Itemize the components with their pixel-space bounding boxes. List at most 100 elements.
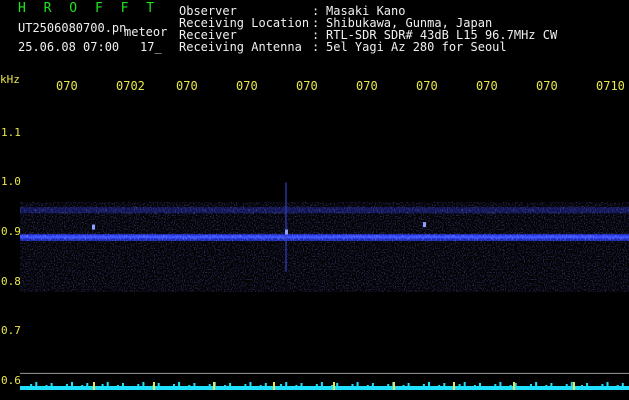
noise-spike (20, 388, 22, 390)
noise-spike (565, 384, 568, 390)
noise-spike (106, 382, 109, 390)
noise-spike (300, 383, 303, 390)
noise-spike (346, 386, 349, 390)
noise-spike (499, 382, 502, 390)
noise-spike (111, 387, 114, 390)
program-title: H R O F F T (18, 1, 160, 16)
noise-spike (596, 386, 599, 390)
noise-spike (157, 383, 160, 390)
noise-spike (366, 385, 369, 390)
noise-spike (167, 386, 170, 390)
noise-spike (586, 383, 589, 390)
time-tick-label: 070 (356, 79, 378, 93)
noise-spike (463, 382, 466, 390)
file-name: UT2506080700.pn (18, 21, 127, 35)
noise-spike (234, 388, 237, 390)
noise-spike (387, 384, 390, 390)
noise-spike (188, 385, 191, 390)
freq-tick-label: 1.1 (1, 125, 21, 139)
noise-spike (116, 385, 119, 390)
noise-spike (96, 386, 99, 390)
noise-spike (305, 388, 308, 390)
noise-spike (581, 385, 583, 390)
noise-spike (224, 385, 226, 390)
time-tick-label: 070 (56, 79, 78, 93)
freq-tick-label: 1.0 (1, 175, 21, 189)
freq-tick-label: 0.7 (1, 324, 21, 338)
noise-spike (320, 382, 323, 390)
noise-spike (25, 386, 28, 390)
minute-marker (93, 382, 95, 390)
noise-spike (407, 383, 410, 390)
noise-spike (198, 388, 201, 390)
noise-spike (60, 386, 63, 390)
noise-floor (20, 386, 629, 390)
minute-marker (213, 382, 215, 390)
noise-spike (65, 384, 68, 390)
noise-spike (239, 386, 242, 390)
noise-spike (142, 382, 145, 390)
meteor-echo (92, 224, 95, 230)
meteor-streak (285, 182, 287, 272)
noise-spike (137, 384, 140, 390)
noise-spike (458, 384, 461, 390)
minute-marker (573, 382, 575, 390)
noise-spike (30, 384, 33, 390)
meteor-echo (285, 229, 288, 235)
noise-spike (550, 383, 553, 390)
noise-spike (484, 388, 487, 390)
noise-spike (40, 387, 43, 390)
noise-spike (269, 388, 272, 390)
minute-marker (453, 382, 455, 390)
noise-spike (132, 386, 135, 390)
noise-spike (555, 388, 558, 390)
noise-spike (402, 385, 405, 390)
count-label: 17_ (140, 40, 162, 54)
noise-spike (377, 388, 379, 390)
noise-spike (203, 386, 206, 390)
freq-tick-label: 0.8 (1, 274, 21, 288)
noise-spike (244, 384, 247, 390)
noise-spike (397, 387, 400, 390)
noise-spike (438, 385, 441, 390)
noise-spike (341, 388, 344, 390)
noise-spike (524, 386, 527, 390)
carrier-noise (20, 233, 629, 241)
noise-spike (540, 387, 543, 390)
time-tick-label: 070 (176, 79, 198, 93)
noise-spike (621, 383, 624, 390)
info-separator: : (312, 40, 320, 54)
noise-spike (601, 384, 604, 390)
noise-spike (173, 384, 175, 390)
mode-tag: meteor (124, 25, 168, 39)
noise-spike (479, 383, 481, 390)
noise-spike (101, 384, 104, 390)
noise-spike (535, 382, 538, 390)
noise-spike (71, 382, 73, 390)
time-tick-label: 0710 (596, 79, 625, 93)
noise-spike (371, 383, 374, 390)
minute-marker (333, 382, 335, 390)
noise-spike (468, 387, 471, 390)
minute-marker (273, 382, 275, 390)
time-tick-label: 070 (296, 79, 318, 93)
noise-spike (382, 386, 385, 390)
noise-spike (412, 388, 415, 390)
noise-spike (504, 387, 507, 390)
minute-marker (513, 382, 515, 390)
noise-spike (315, 384, 318, 390)
noise-spike (229, 383, 232, 390)
noise-spike (310, 386, 313, 390)
noise-spike (162, 388, 165, 390)
noise-spike (545, 385, 548, 390)
info-label-antenna: Receiving Antenna (179, 40, 302, 54)
noise-band (20, 202, 629, 292)
noise-spike (351, 384, 354, 390)
noise-spike (611, 387, 614, 390)
noise-spike (254, 387, 257, 390)
time-tick-label: 0702 (116, 79, 145, 93)
noise-spike (591, 388, 594, 390)
noise-spike (208, 384, 211, 390)
noise-spike (509, 385, 512, 390)
y-axis-unit: kHz (0, 73, 20, 86)
